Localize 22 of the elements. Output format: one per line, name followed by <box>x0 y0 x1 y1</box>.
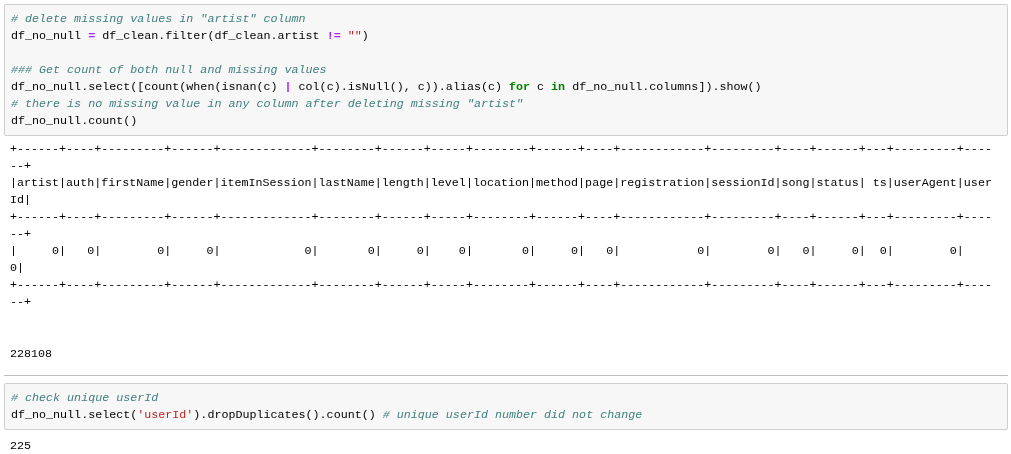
output-line: +------+----+---------+------+-------------+--------+------+-----+--------+------+----+------------+---------+----+------+---+---------+---- <box>10 209 993 226</box>
output-line: --+ <box>10 226 33 243</box>
output-line: --+ <box>10 158 33 175</box>
code-cell[interactable]: # check unique userId df_no_null.select('userId').dropDuplicates().count() # unique userId number did not change <box>4 383 1008 430</box>
code-line: # delete missing values in "artist" column <box>11 11 307 28</box>
code-line: # there is no missing value in any column after deleting missing "artist" <box>11 96 524 113</box>
code-line: ### Get count of both null and missing values <box>11 62 328 79</box>
output-result: 228108 <box>10 346 54 363</box>
code-line: df_no_null.count() <box>11 113 139 130</box>
output-line: | 0| 0| 0| 0| 0| 0| 0| 0| 0| 0| 0| 0| 0| 0| 0| 0| 0| <box>10 243 965 260</box>
code-line: df_no_null.select('userId').dropDuplicates().count() # unique userId number did not change <box>11 407 644 424</box>
output-line: +------+----+---------+------+-------------+--------+------+-----+--------+------+----+------------+---------+----+------+---+---------+---- <box>10 141 993 158</box>
code-line: df_no_null = df_clean.filter(df_clean.artist != "") <box>11 28 370 45</box>
output-line: --+ <box>10 294 33 311</box>
code-line: # check unique userId <box>11 390 160 407</box>
output-line: |artist|auth|firstName|gender|itemInSession|lastName|length|level|location|method|page|registration|sessionId|song|status| ts|userAgent|user <box>10 175 993 192</box>
output-line: Id| <box>10 192 33 209</box>
output-line: +------+----+---------+------+-------------+--------+------+-----+--------+------+----+------------+---------+----+------+---+---------+---- <box>10 277 993 294</box>
output-line: 0| <box>10 260 26 277</box>
code-line: df_no_null.select([count(when(isnan(c) | col(c).isNull(), c)).alias(c) for c in df_no_null.columns]).show() <box>11 79 763 96</box>
output-result: 225 <box>10 438 33 454</box>
code-cell[interactable] <box>4 4 1008 136</box>
